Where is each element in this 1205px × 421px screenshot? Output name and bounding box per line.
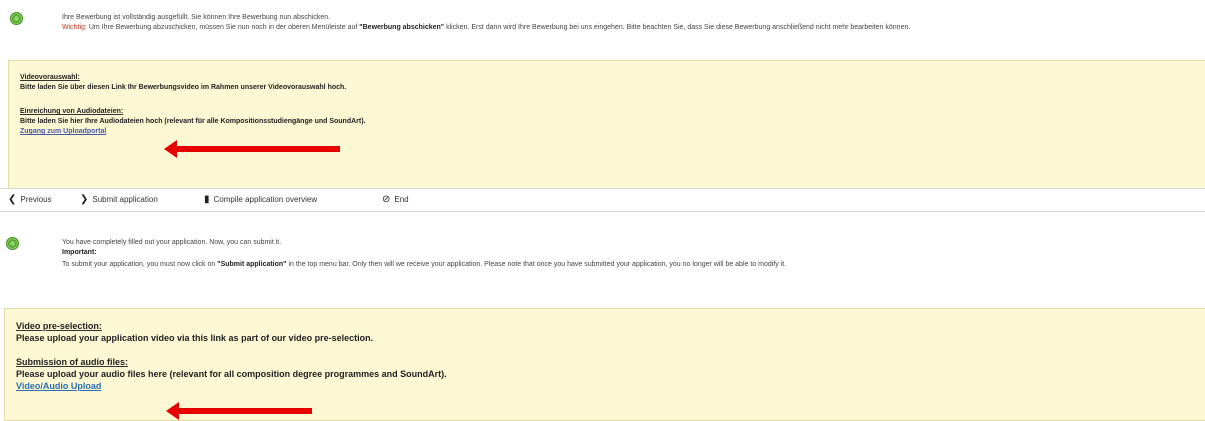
action-toolbar: ❮ Previous ❯ Submit application ▮ Compil… xyxy=(0,188,1205,212)
de-video-text: Bitte laden Sie über diesen Link Ihr Bew… xyxy=(20,84,347,91)
document-icon: ▮ xyxy=(204,194,210,205)
en-upload-link[interactable]: Video/Audio Upload xyxy=(16,381,101,391)
en-notice: You have completely filled out your appl… xyxy=(62,238,1202,270)
de-notice-line2: Wichtig: Um Ihre Bewerbung abzuschicken,… xyxy=(62,23,1202,33)
success-check-icon xyxy=(10,12,23,25)
end-button[interactable]: ⊘ End xyxy=(382,194,409,205)
previous-button[interactable]: ❮ Previous xyxy=(8,194,52,205)
de-audio-heading: Einreichung von Audiodateien: xyxy=(20,108,124,115)
de-video-heading: Videovorauswahl: xyxy=(20,74,80,81)
de-notice-text-a: Um Ihre Bewerbung abzuschicken, müssen S… xyxy=(86,24,360,31)
compile-overview-label: Compile application overview xyxy=(213,195,318,204)
chevron-left-icon: ❮ xyxy=(8,194,17,205)
en-notice-line2: To submit your application, you must now… xyxy=(62,260,1202,270)
en-video-text: Please upload your application video via… xyxy=(16,333,374,343)
en-notice-text-a: To submit your application, you must now… xyxy=(62,261,218,268)
de-notice-submit-ref: "Bewerbung abschicken" xyxy=(359,24,445,31)
de-notice-line1: Ihre Bewerbung ist vollständig ausgefüll… xyxy=(62,14,331,21)
en-audio-text: Please upload your audio files here (rel… xyxy=(16,369,447,379)
de-upload-link[interactable]: Zugang zum Uploadportal xyxy=(20,128,106,135)
en-notice-text-c: in the top menu bar. Only then will we r… xyxy=(286,261,787,268)
de-upload-box-content: Videovorauswahl: Bitte laden Sie über di… xyxy=(20,73,1170,137)
success-check-icon xyxy=(6,237,19,250)
chevron-right-icon: ❯ xyxy=(80,194,89,205)
en-important-label: Important: xyxy=(62,249,97,256)
de-notice-text-c: klicken. Erst dann wird Ihre Bewerbung b… xyxy=(444,24,911,31)
en-audio-heading: Submission of audio files: xyxy=(16,357,129,367)
de-pointer-arrow-icon xyxy=(164,140,340,158)
en-upload-box-content: Video pre-selection: Please upload your … xyxy=(16,320,1166,392)
en-pointer-arrow-icon xyxy=(166,402,312,420)
en-notice-line1: You have completely filled out your appl… xyxy=(62,239,282,246)
compile-overview-button[interactable]: ▮ Compile application overview xyxy=(204,194,317,205)
de-notice: Ihre Bewerbung ist vollständig ausgefüll… xyxy=(62,13,1202,33)
en-notice-submit-ref: "Submit application" xyxy=(217,261,287,268)
en-video-heading: Video pre-selection: xyxy=(16,321,102,331)
de-audio-text: Bitte laden Sie hier Ihre Audiodateien h… xyxy=(20,118,366,125)
end-label: End xyxy=(394,195,409,204)
submit-application-button[interactable]: ❯ Submit application xyxy=(80,194,158,205)
stop-circle-icon: ⊘ xyxy=(382,194,391,205)
de-important-label: Wichtig: xyxy=(62,24,87,31)
submit-application-label: Submit application xyxy=(92,195,158,204)
previous-label: Previous xyxy=(20,195,52,204)
